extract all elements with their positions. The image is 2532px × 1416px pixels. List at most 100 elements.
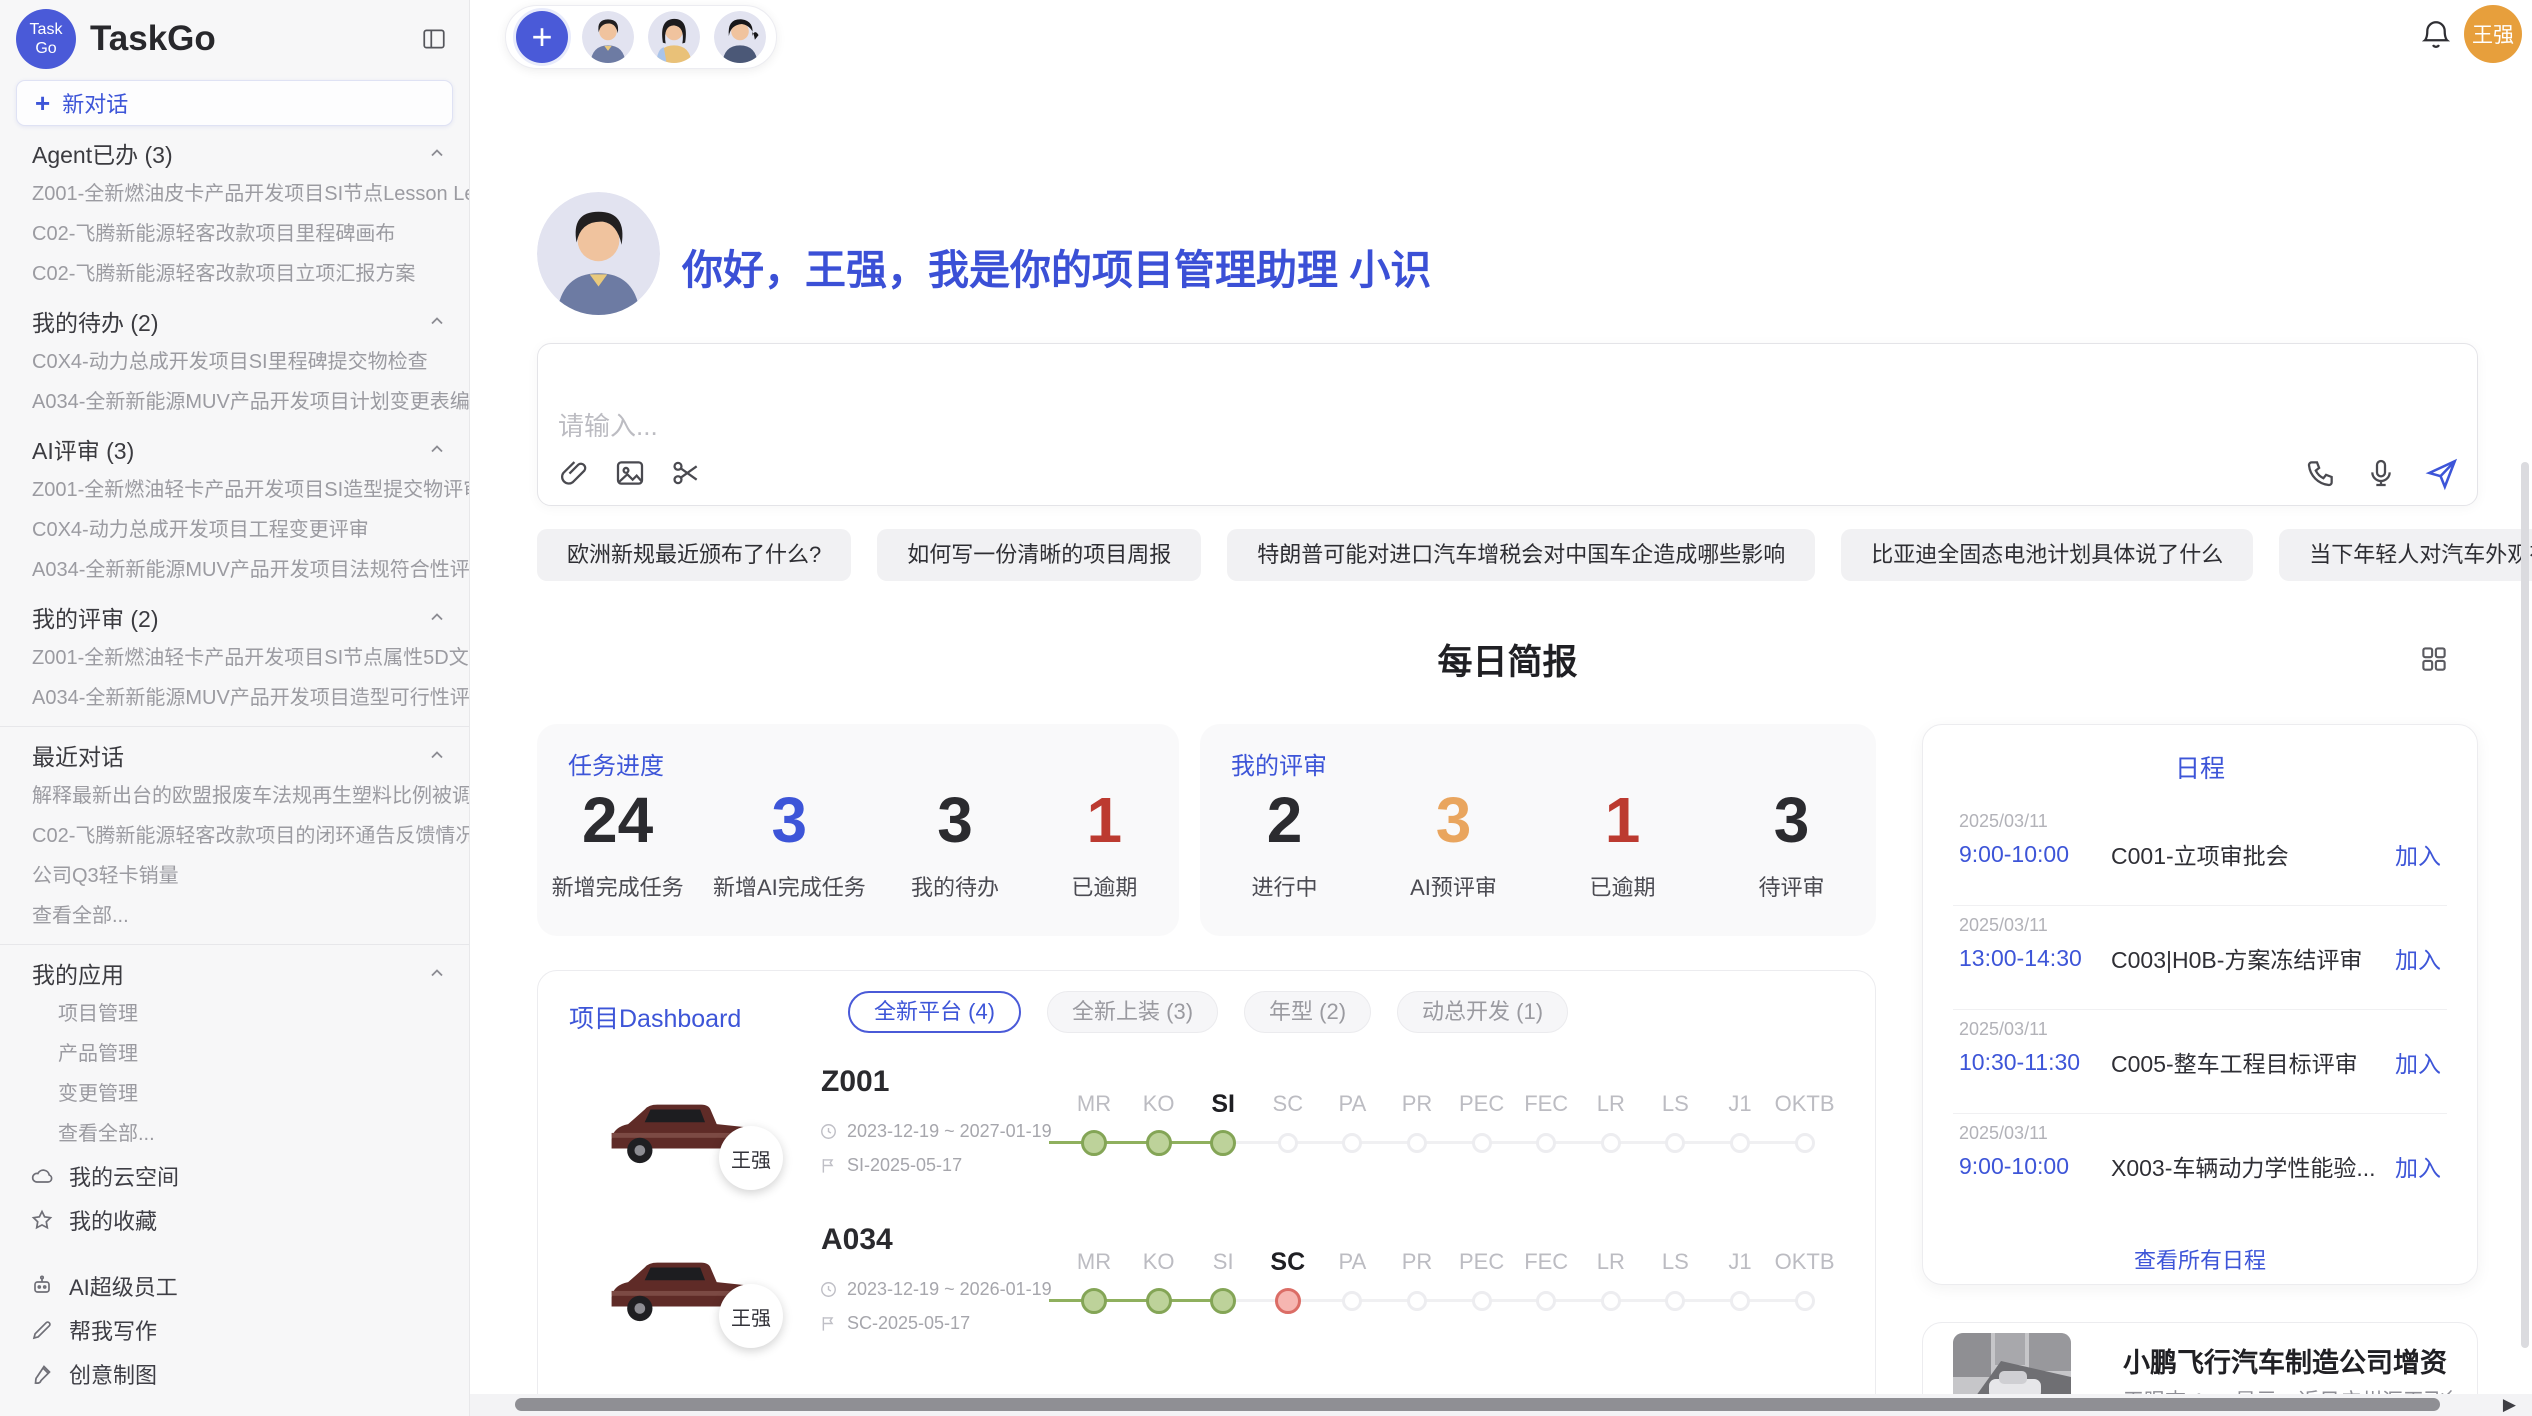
- sidebar-item[interactable]: 查看全部...: [0, 1114, 469, 1154]
- chat-input-box[interactable]: 请输入...: [537, 343, 2478, 506]
- voice-call-icon[interactable]: [2305, 457, 2337, 489]
- milestone-dot: [1730, 1133, 1750, 1153]
- suggestion-chip[interactable]: 欧洲新规最近颁布了什么?: [537, 529, 851, 581]
- sidebar-item[interactable]: C02-飞腾新能源轻客改款项目的闭环通告反馈情况: [0, 816, 469, 856]
- sidebar-group-label: 我的评审 (2): [32, 600, 159, 634]
- suggestion-chip[interactable]: 如何写一份清晰的项目周报: [877, 529, 1201, 581]
- view-all-schedule-link[interactable]: 查看所有日程: [1923, 1243, 2477, 1275]
- chevron-up-icon[interactable]: [427, 963, 447, 983]
- sidebar-item[interactable]: A034-全新新能源MUV产品开发项目造型可行性评审: [0, 678, 469, 718]
- sidebar-group-header[interactable]: 我的应用: [0, 952, 469, 994]
- teammate-2-avatar[interactable]: [648, 11, 700, 63]
- scissors-icon[interactable]: [670, 457, 702, 489]
- sidebar-item[interactable]: 查看全部...: [0, 896, 469, 936]
- scroll-right-arrow-icon[interactable]: ▶: [2503, 1394, 2516, 1416]
- sidebar-item[interactable]: C02-飞腾新能源轻客改款项目里程碑画布: [0, 214, 469, 254]
- horizontal-scrollbar-thumb[interactable]: [515, 1398, 2440, 1411]
- sidebar-item[interactable]: C0X4-动力总成开发项目工程变更评审: [0, 510, 469, 550]
- task-progress-title: 任务进度: [568, 746, 664, 781]
- sidebar-group-header[interactable]: AI评审 (3): [0, 428, 469, 470]
- chevron-up-icon[interactable]: [427, 439, 447, 459]
- sidebar-item[interactable]: A034-全新新能源MUV产品开发项目法规符合性评审: [0, 550, 469, 590]
- composer-left-icons: [558, 457, 702, 489]
- sidebar-group-header[interactable]: 最近对话: [0, 734, 469, 776]
- suggestion-chip[interactable]: 特朗普可能对进口汽车增税会对中国车企造成哪些影响: [1227, 529, 1815, 581]
- sidebar-item[interactable]: Z001-全新燃油皮卡产品开发项目SI节点Lesson Learn报告: [0, 174, 469, 214]
- date-range-text: 2023-12-19 ~ 2026-01-19: [847, 1279, 1052, 1300]
- user-avatar[interactable]: 王强: [2464, 5, 2522, 63]
- layout-grid-icon[interactable]: [2419, 644, 2449, 674]
- sidebar-tool[interactable]: AI超级员工: [0, 1264, 469, 1308]
- sidebar-group-label: 我的应用: [32, 956, 124, 990]
- attachment-icon[interactable]: [558, 457, 590, 489]
- milestone-dot: [1275, 1288, 1301, 1314]
- sidebar-item[interactable]: A034-全新新能源MUV产品开发项目计划变更表编写: [0, 382, 469, 422]
- sidebar-group-header[interactable]: Agent已办 (3): [0, 132, 469, 174]
- sidebar-shortcut[interactable]: 我的云空间: [0, 1154, 469, 1198]
- microphone-icon[interactable]: [2365, 457, 2397, 489]
- join-meeting-link[interactable]: 加入: [2395, 1045, 2441, 1079]
- sidebar-item[interactable]: 变更管理: [0, 1074, 469, 1114]
- greeting-text: 你好，王强，我是你的项目管理助理 小识: [682, 236, 1431, 296]
- chevron-up-icon[interactable]: [427, 143, 447, 163]
- schedule-item-time: 13:00-14:30: [1959, 945, 2111, 972]
- project-owner-chip[interactable]: 王强: [719, 1126, 783, 1190]
- send-icon[interactable]: [2425, 457, 2457, 489]
- join-meeting-link[interactable]: 加入: [2395, 837, 2441, 871]
- sidebar-item[interactable]: C0X4-动力总成开发项目SI里程碑提交物检查: [0, 342, 469, 382]
- sidebar-group-header[interactable]: 我的待办 (2): [0, 300, 469, 342]
- stat-value: 1: [1563, 784, 1683, 856]
- stat-item: 24新增完成任务: [552, 784, 684, 902]
- teammate-1-avatar[interactable]: [582, 11, 634, 63]
- join-meeting-link[interactable]: 加入: [2395, 941, 2441, 975]
- sidebar-group-header[interactable]: 我的评审 (2): [0, 596, 469, 638]
- stat-item: 3我的待办: [895, 784, 1015, 902]
- quick-access-bar: +: [505, 5, 777, 69]
- sidebar-tool[interactable]: 创意制图: [0, 1352, 469, 1396]
- milestone-date-text: SC-2025-05-17: [847, 1313, 970, 1334]
- vertical-scrollbar-thumb[interactable]: [2521, 462, 2529, 1348]
- sidebar-item[interactable]: 公司Q3轻卡销量: [0, 856, 469, 896]
- suggestion-chip[interactable]: 当下年轻人对汽车外观有怎样的喜好趋势: [2279, 529, 2532, 581]
- horizontal-scrollbar: ▶: [470, 1394, 2532, 1416]
- teammate-3-avatar[interactable]: [714, 11, 766, 63]
- chevron-up-icon[interactable]: [427, 607, 447, 627]
- suggestion-chip[interactable]: 比亚迪全固态电池计划具体说了什么: [1841, 529, 2253, 581]
- sidebar-tools: AI超级员工帮我写作创意制图: [0, 1264, 469, 1396]
- project-date-range: 2023-12-19 ~ 2026-01-19: [819, 1279, 1052, 1300]
- sidebar-tool[interactable]: 帮我写作: [0, 1308, 469, 1352]
- stat-label: 新增完成任务: [552, 870, 684, 902]
- sidebar-item[interactable]: Z001-全新燃油轻卡产品开发项目SI造型提交物评审: [0, 470, 469, 510]
- sidebar-item[interactable]: C02-飞腾新能源轻客改款项目立项汇报方案: [0, 254, 469, 294]
- image-upload-icon[interactable]: [614, 457, 646, 489]
- sidebar-item[interactable]: 产品管理: [0, 1034, 469, 1074]
- logo-text-top: Task: [30, 20, 63, 39]
- flag-icon: [819, 1156, 838, 1175]
- join-meeting-link[interactable]: 加入: [2395, 1149, 2441, 1183]
- stat-value: 3: [895, 784, 1015, 856]
- cloud-icon: [30, 1164, 54, 1188]
- sidebar-shortcut[interactable]: 我的收藏: [0, 1198, 469, 1242]
- sidebar-collapse-icon[interactable]: [421, 26, 447, 52]
- notification-bell-icon[interactable]: [2418, 16, 2454, 52]
- dashboard-tab[interactable]: 年型 (2): [1244, 991, 1371, 1033]
- dashboard-tab[interactable]: 全新上装 (3): [1047, 991, 1218, 1033]
- sidebar-item[interactable]: Z001-全新燃油轻卡产品开发项目SI节点属性5D文件评审: [0, 638, 469, 678]
- add-member-button[interactable]: +: [516, 11, 568, 63]
- milestone-dot: [1795, 1133, 1815, 1153]
- stat-value: 1: [1044, 784, 1164, 856]
- new-chat-button[interactable]: + 新对话: [16, 80, 453, 126]
- chevron-up-icon[interactable]: [427, 745, 447, 765]
- dashboard-tab[interactable]: 全新平台 (4): [848, 991, 1021, 1033]
- stat-label: 已逾期: [1563, 870, 1683, 902]
- stat-item: 1已逾期: [1044, 784, 1164, 902]
- project-owner-chip[interactable]: 王强: [719, 1284, 783, 1348]
- sidebar-item[interactable]: 项目管理: [0, 994, 469, 1034]
- chevron-up-icon[interactable]: [427, 311, 447, 331]
- main-area: + 王强 你好，王强，我是你的项目管理助理 小识 请输入...: [470, 0, 2532, 1416]
- dashboard-tab[interactable]: 动总开发 (1): [1397, 991, 1568, 1033]
- sidebar-item[interactable]: 解释最新出台的欧盟报废车法规再生塑料比例被调至15%...: [0, 776, 469, 816]
- milestone-date-text: SI-2025-05-17: [847, 1155, 962, 1176]
- date-range-text: 2023-12-19 ~ 2027-01-19: [847, 1121, 1052, 1142]
- schedule-item-title: C005-整车工程目标评审: [2111, 1045, 2395, 1079]
